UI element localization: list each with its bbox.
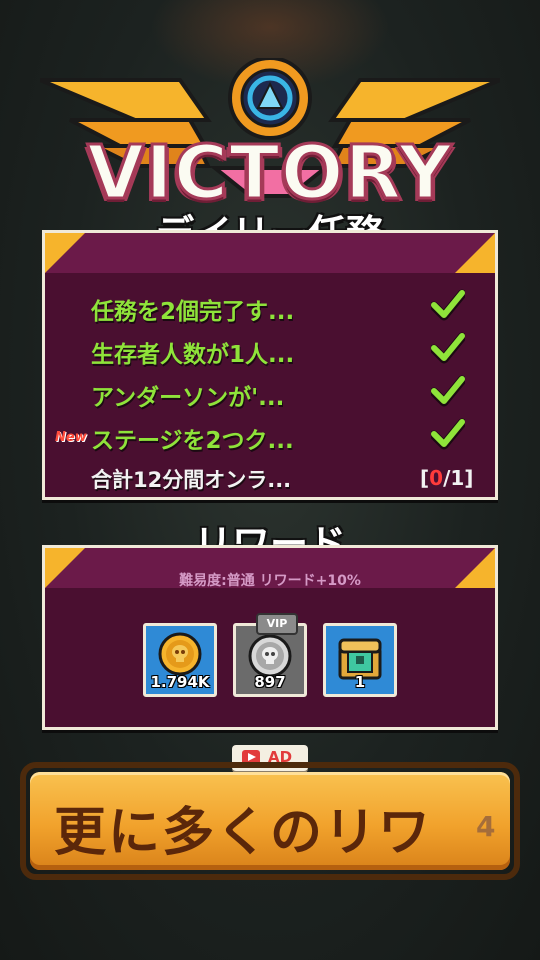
reward-value: 897 xyxy=(254,673,286,691)
checkmark-icon xyxy=(431,375,465,407)
victory-banner: VICTORY xyxy=(39,56,501,212)
more-rewards-button[interactable]: 更に多くのリワ 4 xyxy=(20,762,520,880)
remaining-count: 4 xyxy=(476,810,496,843)
daily-missions-panel: 任務を2個完了す... 生存者人数が1人... アンダーソンが'... New … xyxy=(42,230,498,500)
reward-panel: 難易度:普通 リワード+10% 1.794K VIP 897 1 xyxy=(42,545,498,730)
mission-label: 任務を2個完了す... xyxy=(91,299,295,325)
difficulty-label: 難易度:普通 リワード+10% xyxy=(179,573,361,589)
checkmark-icon xyxy=(431,332,465,364)
progress-current: 0 xyxy=(429,466,444,490)
progress-total: /1 xyxy=(443,466,465,490)
mission-row[interactable]: アンダーソンが'... xyxy=(45,374,495,414)
victory-title: VICTORY xyxy=(85,130,453,216)
mission-progress: [0/1] xyxy=(420,466,474,490)
mission-label: 合計12分間オンラ... xyxy=(91,468,292,492)
mission-row[interactable]: 任務を2個完了す... xyxy=(45,288,495,328)
mission-label: 生存者人数が1人... xyxy=(91,342,295,368)
mission-label: アンダーソンが'... xyxy=(91,385,285,411)
corner-accent xyxy=(45,233,85,273)
checkmark-icon xyxy=(431,418,465,450)
new-badge: New xyxy=(55,430,87,445)
checkmark-icon xyxy=(431,289,465,321)
reward-value: 1 xyxy=(354,673,366,691)
reward-item-chest[interactable]: 1 xyxy=(323,623,397,697)
more-rewards-label: 更に多くのリワ xyxy=(54,803,433,863)
panel-header xyxy=(45,233,495,273)
mission-label: ステージを2つク... xyxy=(91,428,294,454)
corner-accent xyxy=(455,233,495,273)
mission-row[interactable]: 生存者人数が1人... xyxy=(45,331,495,371)
reward-item-gold[interactable]: 1.794K xyxy=(143,623,217,697)
mission-row[interactable]: New ステージを2つク... xyxy=(45,417,495,457)
vip-tag: VIP xyxy=(256,613,298,635)
mission-row[interactable]: 合計12分間オンラ... [0/1] xyxy=(45,460,495,500)
reward-item-silver[interactable]: VIP 897 xyxy=(233,613,307,697)
reward-value: 1.794K xyxy=(150,673,210,691)
